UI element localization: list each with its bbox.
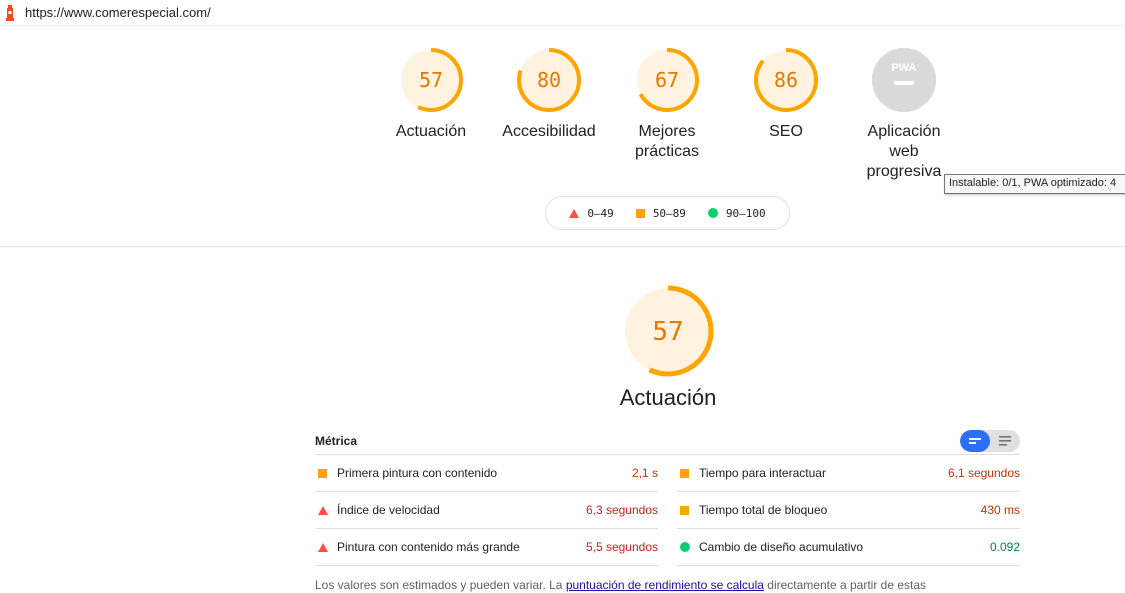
metrics-column-left: Primera pintura con contenido 2,1 s Índi… [315, 455, 658, 566]
performance-gauge: 57 Actuación [568, 283, 768, 411]
gauge-seo[interactable]: 86 SEO [736, 46, 836, 142]
metric-row: Índice de velocidad 6,3 segundos [315, 492, 658, 529]
metric-value: 430 ms [980, 503, 1020, 517]
average-square-icon [635, 208, 645, 218]
gauge-label: Mejores prácticas [634, 123, 700, 160]
legend-pass: 90–100 [707, 206, 766, 220]
gauge-label: Actuación [395, 123, 467, 140]
expanded-list-icon [999, 435, 1011, 446]
gauge-accessibility[interactable]: 80 Accesibilidad [494, 46, 604, 142]
pwa-badge-icon: PWA [872, 48, 936, 112]
metrics-section: Métrica Primera pintura con contenido 2,… [315, 427, 1020, 566]
metric-value: 5,5 segundos [585, 540, 658, 554]
score-calculation-link[interactable]: puntuación de rendimiento se calcula [566, 578, 764, 592]
address-bar: https://www.comerespecial.com/ [0, 0, 1125, 26]
metric-row: Tiempo total de bloqueo 430 ms [677, 492, 1020, 529]
metric-value: 6,3 segundos [585, 503, 658, 517]
metric-name: Primera pintura con contenido [337, 466, 498, 480]
metric-name: Tiempo total de bloqueo [699, 503, 828, 517]
fail-triangle-icon [318, 505, 328, 515]
performance-score: 57 [652, 317, 683, 347]
metric-name: Cambio de diseño acumulativo [699, 540, 864, 554]
metric-value: 2,1 s [631, 466, 658, 480]
legend-average: 50–89 [635, 206, 686, 220]
metrics-footnote: Los valores son estimados y pueden varia… [315, 578, 926, 592]
score-ring-icon: 57 [399, 48, 463, 112]
legend-fail: 0–49 [569, 207, 614, 220]
gauge-pwa[interactable]: PWA Aplicación web progresiva [854, 46, 954, 182]
gauge-score: 67 [655, 68, 679, 92]
metric-name: Índice de velocidad [337, 503, 440, 517]
average-square-icon [680, 505, 689, 515]
metric-row: Pintura con contenido más grande 5,5 seg… [315, 529, 658, 566]
metrics-title: Métrica [315, 433, 358, 448]
score-legend: 0–49 50–89 90–100 [545, 196, 790, 230]
metric-name: Tiempo para interactuar [699, 466, 826, 480]
footnote-text-before: Los valores son estimados y pueden varia… [315, 578, 566, 592]
tooltip: Instalable: 0/1, PWA optimizado: 4 [944, 174, 1125, 194]
score-ring-icon: 67 [635, 48, 699, 112]
metrics-view-toggle[interactable] [960, 429, 1020, 452]
gauge-score: 57 [419, 68, 443, 92]
score-ring-icon: 57 [622, 285, 714, 377]
gauge-label: Accesibilidad [502, 123, 596, 140]
average-square-icon [680, 468, 689, 478]
lighthouse-icon [6, 5, 14, 21]
metric-row: Cambio de diseño acumulativo 0.092 [677, 529, 1020, 566]
section-divider [0, 246, 1125, 247]
compact-view-button[interactable] [960, 429, 990, 452]
gauge-label: Aplicación web progresiva [866, 123, 942, 180]
average-square-icon [318, 468, 327, 478]
gauge-performance[interactable]: 57 Actuación [381, 46, 481, 142]
gauge-score: 86 [774, 68, 798, 92]
metric-row: Tiempo para interactuar 6,1 segundos [677, 455, 1020, 492]
legend-average-label: 50–89 [652, 206, 686, 220]
expanded-view-button[interactable] [990, 430, 1020, 452]
metric-value: 0.092 [989, 540, 1020, 554]
metrics-header: Métrica [315, 427, 1020, 455]
footnote-text-after: directamente a partir de estas [763, 578, 927, 592]
pwa-badge-text: PWA [891, 62, 916, 74]
score-ring-icon: 80 [517, 48, 581, 112]
metric-name: Pintura con contenido más grande [337, 540, 520, 554]
metric-row: Primera pintura con contenido 2,1 s [315, 455, 658, 492]
performance-title: Actuación [619, 385, 717, 410]
pass-circle-icon [707, 208, 718, 218]
fail-triangle-icon [318, 542, 328, 552]
pass-circle-icon [680, 542, 690, 552]
gauge-best-practices[interactable]: 67 Mejores prácticas [617, 46, 717, 162]
metrics-column-right: Tiempo para interactuar 6,1 segundos Tie… [677, 455, 1020, 566]
gauge-label: SEO [769, 123, 803, 140]
legend-fail-label: 0–49 [587, 206, 614, 220]
fail-triangle-icon [569, 208, 580, 218]
compact-list-icon [969, 437, 981, 444]
page-url[interactable]: https://www.comerespecial.com/ [25, 5, 211, 20]
metric-value: 6,1 segundos [947, 466, 1020, 480]
gauge-score: 80 [537, 68, 561, 92]
score-ring-icon: 86 [754, 48, 818, 112]
legend-pass-label: 90–100 [725, 206, 766, 220]
